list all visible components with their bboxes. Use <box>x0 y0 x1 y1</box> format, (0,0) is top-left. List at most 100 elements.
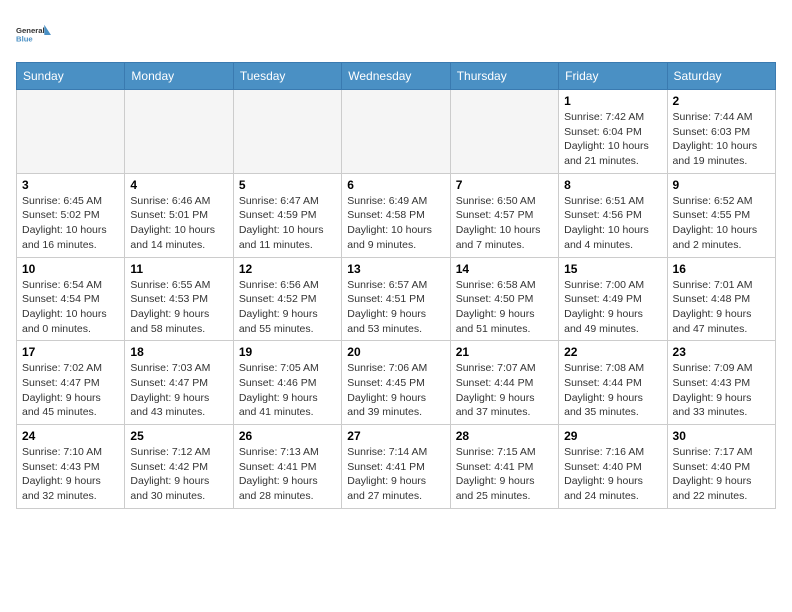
day-info: Sunrise: 7:15 AM Sunset: 4:41 PM Dayligh… <box>456 445 553 504</box>
day-number: 30 <box>673 429 770 443</box>
calendar-cell: 7 Sunrise: 6:50 AM Sunset: 4:57 PM Daylig… <box>450 173 558 257</box>
day-number: 3 <box>22 178 119 192</box>
weekday-header-thursday: Thursday <box>450 63 558 90</box>
day-info: Sunrise: 7:17 AM Sunset: 4:40 PM Dayligh… <box>673 445 770 504</box>
day-number: 6 <box>347 178 444 192</box>
day-info: Sunrise: 7:02 AM Sunset: 4:47 PM Dayligh… <box>22 361 119 420</box>
day-number: 2 <box>673 94 770 108</box>
calendar-week-1: 1 Sunrise: 7:42 AM Sunset: 6:04 PM Daylig… <box>17 90 776 174</box>
day-info: Sunrise: 7:16 AM Sunset: 4:40 PM Dayligh… <box>564 445 661 504</box>
page-header: GeneralBlue <box>16 16 776 52</box>
calendar-cell: 12 Sunrise: 6:56 AM Sunset: 4:52 PM Dayli… <box>233 257 341 341</box>
calendar-cell: 26Sunrise: 7:13 AM Sunset: 4:41 PM Dayli… <box>233 425 341 509</box>
calendar-cell <box>125 90 233 174</box>
calendar-cell: 28 Sunrise: 7:15 AM Sunset: 4:41 PM Dayli… <box>450 425 558 509</box>
calendar-cell: 23 Sunrise: 7:09 AM Sunset: 4:43 PM Dayli… <box>667 341 775 425</box>
calendar-cell <box>450 90 558 174</box>
day-number: 29 <box>564 429 661 443</box>
calendar-week-2: 3 Sunrise: 6:45 AM Sunset: 5:02 PM Daylig… <box>17 173 776 257</box>
day-info: Sunrise: 6:56 AM Sunset: 4:52 PM Dayligh… <box>239 278 336 337</box>
calendar-cell: 8Sunrise: 6:51 AM Sunset: 4:56 PM Daylig… <box>559 173 667 257</box>
day-info: Sunrise: 7:09 AM Sunset: 4:43 PM Dayligh… <box>673 361 770 420</box>
day-number: 19 <box>239 345 336 359</box>
calendar-week-5: 24 Sunrise: 7:10 AM Sunset: 4:43 PM Dayli… <box>17 425 776 509</box>
day-number: 20 <box>347 345 444 359</box>
weekday-header-friday: Friday <box>559 63 667 90</box>
weekday-header-sunday: Sunday <box>17 63 125 90</box>
calendar-cell: 1 Sunrise: 7:42 AM Sunset: 6:04 PM Daylig… <box>559 90 667 174</box>
day-number: 25 <box>130 429 227 443</box>
day-info: Sunrise: 6:57 AM Sunset: 4:51 PM Dayligh… <box>347 278 444 337</box>
day-number: 14 <box>456 262 553 276</box>
day-info: Sunrise: 6:50 AM Sunset: 4:57 PM Dayligh… <box>456 194 553 253</box>
calendar-cell: 6 Sunrise: 6:49 AM Sunset: 4:58 PM Daylig… <box>342 173 450 257</box>
calendar-cell: 29 Sunrise: 7:16 AM Sunset: 4:40 PM Dayli… <box>559 425 667 509</box>
calendar-cell <box>233 90 341 174</box>
day-info: Sunrise: 7:01 AM Sunset: 4:48 PM Dayligh… <box>673 278 770 337</box>
svg-text:Blue: Blue <box>16 35 33 44</box>
calendar-week-3: 10 Sunrise: 6:54 AM Sunset: 4:54 PM Dayli… <box>17 257 776 341</box>
day-info: Sunrise: 7:00 AM Sunset: 4:49 PM Dayligh… <box>564 278 661 337</box>
day-info: Sunrise: 6:51 AM Sunset: 4:56 PM Dayligh… <box>564 194 661 253</box>
calendar-cell: 25 Sunrise: 7:12 AM Sunset: 4:42 PM Dayli… <box>125 425 233 509</box>
calendar-cell: 20Sunrise: 7:06 AM Sunset: 4:45 PM Dayli… <box>342 341 450 425</box>
day-number: 7 <box>456 178 553 192</box>
day-number: 17 <box>22 345 119 359</box>
calendar-cell <box>17 90 125 174</box>
day-number: 4 <box>130 178 227 192</box>
day-info: Sunrise: 7:12 AM Sunset: 4:42 PM Dayligh… <box>130 445 227 504</box>
day-number: 9 <box>673 178 770 192</box>
calendar-cell: 30 Sunrise: 7:17 AM Sunset: 4:40 PM Dayli… <box>667 425 775 509</box>
calendar-cell: 5Sunrise: 6:47 AM Sunset: 4:59 PM Daylig… <box>233 173 341 257</box>
svg-text:General: General <box>16 26 45 35</box>
calendar-cell: 21 Sunrise: 7:07 AM Sunset: 4:44 PM Dayli… <box>450 341 558 425</box>
day-info: Sunrise: 7:42 AM Sunset: 6:04 PM Dayligh… <box>564 110 661 169</box>
calendar-cell: 14Sunrise: 6:58 AM Sunset: 4:50 PM Dayli… <box>450 257 558 341</box>
day-number: 1 <box>564 94 661 108</box>
day-number: 23 <box>673 345 770 359</box>
calendar-table: SundayMondayTuesdayWednesdayThursdayFrid… <box>16 62 776 509</box>
day-number: 11 <box>130 262 227 276</box>
calendar-cell: 9 Sunrise: 6:52 AM Sunset: 4:55 PM Daylig… <box>667 173 775 257</box>
day-number: 18 <box>130 345 227 359</box>
day-info: Sunrise: 7:10 AM Sunset: 4:43 PM Dayligh… <box>22 445 119 504</box>
day-number: 26 <box>239 429 336 443</box>
calendar-cell: 10 Sunrise: 6:54 AM Sunset: 4:54 PM Dayli… <box>17 257 125 341</box>
day-number: 24 <box>22 429 119 443</box>
day-number: 10 <box>22 262 119 276</box>
calendar-cell: 27Sunrise: 7:14 AM Sunset: 4:41 PM Dayli… <box>342 425 450 509</box>
weekday-header-row: SundayMondayTuesdayWednesdayThursdayFrid… <box>17 63 776 90</box>
day-info: Sunrise: 6:54 AM Sunset: 4:54 PM Dayligh… <box>22 278 119 337</box>
day-number: 21 <box>456 345 553 359</box>
weekday-header-wednesday: Wednesday <box>342 63 450 90</box>
logo-icon: GeneralBlue <box>16 16 52 52</box>
calendar-cell: 3 Sunrise: 6:45 AM Sunset: 5:02 PM Daylig… <box>17 173 125 257</box>
calendar-cell: 18Sunrise: 7:03 AM Sunset: 4:47 PM Dayli… <box>125 341 233 425</box>
calendar-cell: 19 Sunrise: 7:05 AM Sunset: 4:46 PM Dayli… <box>233 341 341 425</box>
day-info: Sunrise: 6:49 AM Sunset: 4:58 PM Dayligh… <box>347 194 444 253</box>
day-info: Sunrise: 6:52 AM Sunset: 4:55 PM Dayligh… <box>673 194 770 253</box>
day-number: 12 <box>239 262 336 276</box>
day-number: 16 <box>673 262 770 276</box>
weekday-header-tuesday: Tuesday <box>233 63 341 90</box>
day-info: Sunrise: 6:45 AM Sunset: 5:02 PM Dayligh… <box>22 194 119 253</box>
calendar-cell <box>342 90 450 174</box>
day-info: Sunrise: 6:55 AM Sunset: 4:53 PM Dayligh… <box>130 278 227 337</box>
day-info: Sunrise: 6:46 AM Sunset: 5:01 PM Dayligh… <box>130 194 227 253</box>
calendar-cell: 4 Sunrise: 6:46 AM Sunset: 5:01 PM Daylig… <box>125 173 233 257</box>
day-info: Sunrise: 7:07 AM Sunset: 4:44 PM Dayligh… <box>456 361 553 420</box>
day-number: 27 <box>347 429 444 443</box>
calendar-cell: 16 Sunrise: 7:01 AM Sunset: 4:48 PM Dayli… <box>667 257 775 341</box>
calendar-week-4: 17 Sunrise: 7:02 AM Sunset: 4:47 PM Dayli… <box>17 341 776 425</box>
day-number: 15 <box>564 262 661 276</box>
logo: GeneralBlue <box>16 16 52 52</box>
day-number: 13 <box>347 262 444 276</box>
calendar-cell: 15 Sunrise: 7:00 AM Sunset: 4:49 PM Dayli… <box>559 257 667 341</box>
calendar-cell: 22Sunrise: 7:08 AM Sunset: 4:44 PM Dayli… <box>559 341 667 425</box>
day-info: Sunrise: 7:08 AM Sunset: 4:44 PM Dayligh… <box>564 361 661 420</box>
day-number: 5 <box>239 178 336 192</box>
calendar-cell: 13 Sunrise: 6:57 AM Sunset: 4:51 PM Dayli… <box>342 257 450 341</box>
day-info: Sunrise: 7:05 AM Sunset: 4:46 PM Dayligh… <box>239 361 336 420</box>
day-number: 28 <box>456 429 553 443</box>
weekday-header-saturday: Saturday <box>667 63 775 90</box>
